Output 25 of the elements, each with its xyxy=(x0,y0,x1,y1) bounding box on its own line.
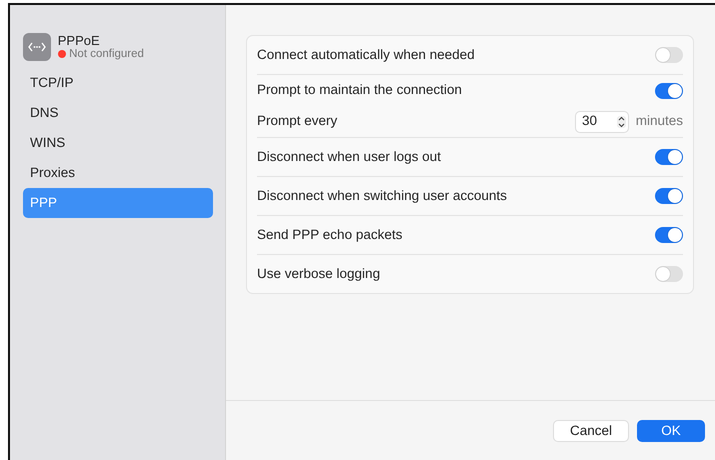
toggle-switch[interactable] xyxy=(655,188,683,204)
toggle-switch[interactable] xyxy=(655,82,683,98)
sidebar-item[interactable]: Proxies xyxy=(23,158,213,188)
toggle-switch[interactable] xyxy=(655,227,683,243)
setting-label: Prompt to maintain the connection xyxy=(257,81,462,100)
ok-button[interactable]: OK xyxy=(637,420,705,442)
setting-label: Prompt every xyxy=(257,112,338,130)
setting-label: Use verbose logging xyxy=(257,264,380,283)
sidebar-item[interactable]: TCP/IP xyxy=(23,68,213,98)
toggle-switch[interactable] xyxy=(655,266,683,282)
number-stepper[interactable]: 30 xyxy=(574,110,629,132)
setting-label: Connect automatically when needed xyxy=(257,46,475,64)
connection-status: Not configured xyxy=(69,48,144,60)
sidebar-item[interactable]: DNS xyxy=(23,98,213,128)
toggle-switch[interactable] xyxy=(655,149,683,165)
network-icon xyxy=(23,33,51,61)
setting-label: Send PPP echo packets xyxy=(257,226,402,244)
toggle-switch[interactable] xyxy=(655,47,683,63)
cancel-button[interactable]: Cancel xyxy=(553,420,629,442)
unit-label: minutes xyxy=(636,112,683,130)
setting-label: Disconnect when switching user accounts xyxy=(257,186,507,205)
setting-label: Disconnect when user logs out xyxy=(257,148,441,166)
stepper-arrows-icon[interactable] xyxy=(616,116,626,128)
sidebar-item[interactable]: WINS xyxy=(23,128,213,158)
connection-name: PPPoE xyxy=(58,34,101,48)
